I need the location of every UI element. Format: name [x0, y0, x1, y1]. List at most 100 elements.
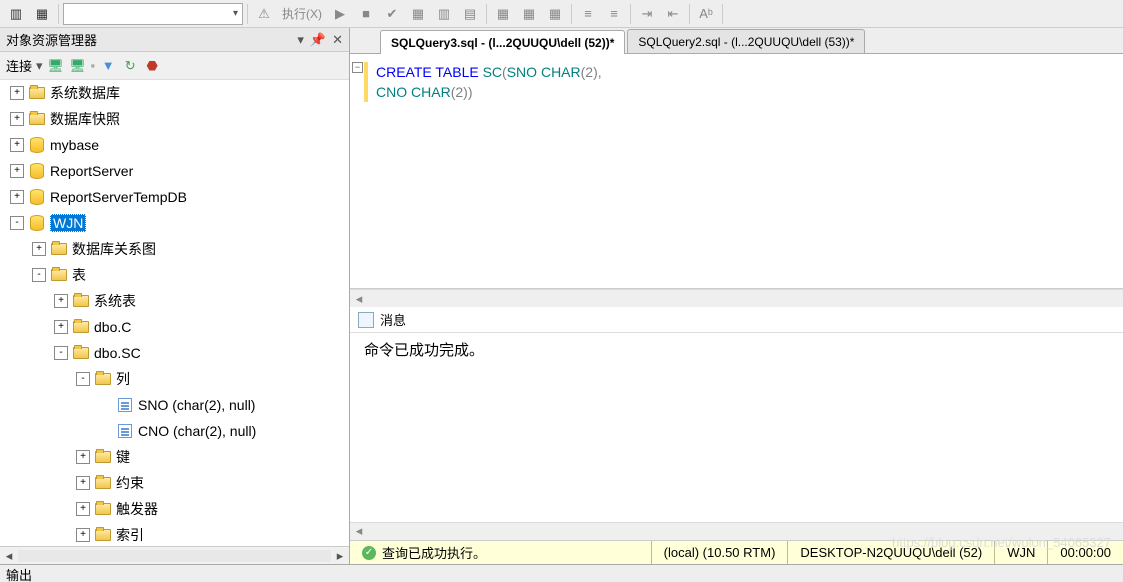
folder-icon — [72, 319, 90, 335]
object-tree[interactable]: + 系统数据库 + 数据库快照 + mybase + ReportServer + ReportS… — [0, 80, 349, 546]
toolbar-button[interactable]: ▦ — [406, 3, 430, 25]
editor-tab[interactable]: SQLQuery2.sql - (l...2QUUQU\dell (53))* — [627, 29, 865, 53]
comment-icon[interactable]: ≡ — [576, 3, 600, 25]
tree-label: 数据库关系图 — [72, 239, 156, 259]
tree-label: ReportServerTempDB — [50, 189, 187, 205]
indent-icon[interactable]: ⇥ — [635, 3, 659, 25]
stop-icon[interactable]: ■ — [354, 3, 378, 25]
close-icon[interactable]: ✕ — [332, 32, 343, 48]
expand-toggle[interactable]: + — [10, 138, 24, 152]
expand-toggle[interactable]: + — [76, 476, 90, 490]
expand-toggle[interactable]: - — [76, 372, 90, 386]
tree-label: 系统数据库 — [50, 83, 120, 103]
folder-icon — [72, 345, 90, 361]
tree-node[interactable]: + 触发器 — [0, 496, 349, 522]
tree-node[interactable]: +键 — [0, 444, 349, 470]
tree-label: mybase — [50, 137, 99, 153]
tree-node[interactable]: CNO (char(2), null) — [0, 418, 349, 444]
messages-tab[interactable]: 消息 — [350, 307, 1123, 333]
tree-label: 数据库快照 — [50, 109, 120, 129]
expand-toggle[interactable]: + — [76, 450, 90, 464]
toolbar-button[interactable]: ▥ — [432, 3, 456, 25]
tree-node[interactable]: + 索引 — [0, 522, 349, 546]
tree-node[interactable]: - dbo.SC — [0, 340, 349, 366]
watermark: https://blog.csdn.net/wolon_54065327 — [892, 535, 1111, 550]
refresh-icon[interactable]: ↻ — [121, 57, 139, 75]
status-message: ✓ 查询已成功执行。 — [350, 541, 652, 564]
database-selector[interactable]: ▾ — [63, 3, 243, 25]
tree-label: 触发器 — [116, 499, 158, 519]
warning-icon: ⚠ — [252, 3, 276, 25]
tree-label: 列 — [116, 369, 130, 389]
expand-toggle[interactable]: + — [54, 294, 68, 308]
folder-icon — [28, 85, 46, 101]
expand-toggle[interactable]: + — [76, 502, 90, 516]
toolbar-button[interactable]: ▦ — [517, 3, 541, 25]
toolbar-button[interactable]: ▤ — [458, 3, 482, 25]
dropdown-icon[interactable]: ▾ — [297, 32, 304, 48]
tree-node[interactable]: -列 — [0, 366, 349, 392]
toolbar-button[interactable]: ▦ — [543, 3, 567, 25]
expand-toggle[interactable]: - — [54, 346, 68, 360]
pin-icon[interactable]: 📌 — [310, 32, 326, 48]
folder-icon — [72, 293, 90, 309]
toolbar-button[interactable]: ▦ — [491, 3, 515, 25]
filter-icon[interactable]: ▼ — [99, 57, 117, 75]
folder-icon — [50, 241, 68, 257]
expand-toggle[interactable]: + — [10, 112, 24, 126]
tree-node[interactable]: + ReportServer — [0, 158, 349, 184]
top-toolbar: ▥ ▦ ▾ ⚠ 执行(X) ▶ ■ ✔ ▦ ▥ ▤ ▦ ▦ ▦ ≡ ≡ ⇥ ⇤ … — [0, 0, 1123, 28]
uncomment-icon[interactable]: ≡ — [602, 3, 626, 25]
check-icon[interactable]: ✔ — [380, 3, 404, 25]
expand-toggle[interactable]: + — [10, 190, 24, 204]
tree-node[interactable]: SNO (char(2), null) — [0, 392, 349, 418]
tree-node[interactable]: +dbo.C — [0, 314, 349, 340]
folder-icon — [94, 527, 112, 543]
object-explorer: 对象资源管理器 ▾ 📌 ✕ 连接 ▾ 🖥 🖥 ▪ ▼ ↻ ⬣ +系统数据库+数据… — [0, 28, 350, 564]
expand-toggle[interactable]: + — [76, 528, 90, 542]
folder-icon — [28, 111, 46, 127]
db-icon — [28, 163, 46, 179]
expand-toggle[interactable]: + — [32, 242, 46, 256]
messages-icon — [358, 312, 374, 328]
expand-toggle[interactable]: - — [32, 268, 46, 282]
tree-node[interactable]: -表 — [0, 262, 349, 288]
connect-icon[interactable]: 🖥 — [69, 57, 87, 75]
editor-tabs: SQLQuery3.sql - (l...2QUUQU\dell (52))*S… — [350, 28, 1123, 54]
tree-node[interactable]: + ReportServerTempDB — [0, 184, 349, 210]
toolbar-button[interactable]: ▥ — [4, 3, 28, 25]
outdent-icon[interactable]: ⇤ — [661, 3, 685, 25]
expand-toggle[interactable]: - — [10, 216, 24, 230]
editor-tab[interactable]: SQLQuery3.sql - (l...2QUUQU\dell (52))* — [380, 30, 625, 54]
expand-toggle[interactable]: + — [10, 164, 24, 178]
folder-icon — [94, 371, 112, 387]
stop-icon[interactable]: ⬣ — [143, 57, 161, 75]
tree-label: 键 — [116, 447, 130, 467]
tree-label: ReportServer — [50, 163, 133, 179]
play-icon[interactable]: ▶ — [328, 3, 352, 25]
expand-toggle[interactable]: + — [10, 86, 24, 100]
tree-node[interactable]: -WJN — [0, 210, 349, 236]
toolbar-button[interactable]: Aᵇ — [694, 3, 718, 25]
tree-node[interactable]: + 系统数据库 — [0, 80, 349, 106]
horizontal-scrollbar[interactable]: ◂▸ — [0, 546, 349, 564]
connect-icon[interactable]: 🖥 — [47, 57, 65, 75]
tree-node[interactable]: + 数据库快照 — [0, 106, 349, 132]
tree-label: dbo.SC — [94, 345, 141, 361]
tree-label: 索引 — [116, 525, 144, 545]
messages-body: 命令已成功完成。 — [350, 333, 1123, 522]
expand-toggle[interactable]: + — [54, 320, 68, 334]
output-footer: 输出 — [0, 564, 1123, 582]
tree-node[interactable]: + 数据库关系图 — [0, 236, 349, 262]
sql-editor[interactable]: − CREATE TABLE SC(SNO CHAR(2), CNO CHAR(… — [350, 54, 1123, 289]
tree-node[interactable]: +约束 — [0, 470, 349, 496]
object-explorer-header: 对象资源管理器 ▾ 📌 ✕ — [0, 28, 349, 52]
folder-icon — [50, 267, 68, 283]
messages-label: 消息 — [380, 310, 406, 329]
tree-node[interactable]: + mybase — [0, 132, 349, 158]
editor-scrollbar[interactable]: ◂ — [350, 289, 1123, 307]
tree-node[interactable]: +系统表 — [0, 288, 349, 314]
toolbar-button[interactable]: ▦ — [30, 3, 54, 25]
db-icon — [28, 137, 46, 153]
col-icon — [116, 423, 134, 439]
